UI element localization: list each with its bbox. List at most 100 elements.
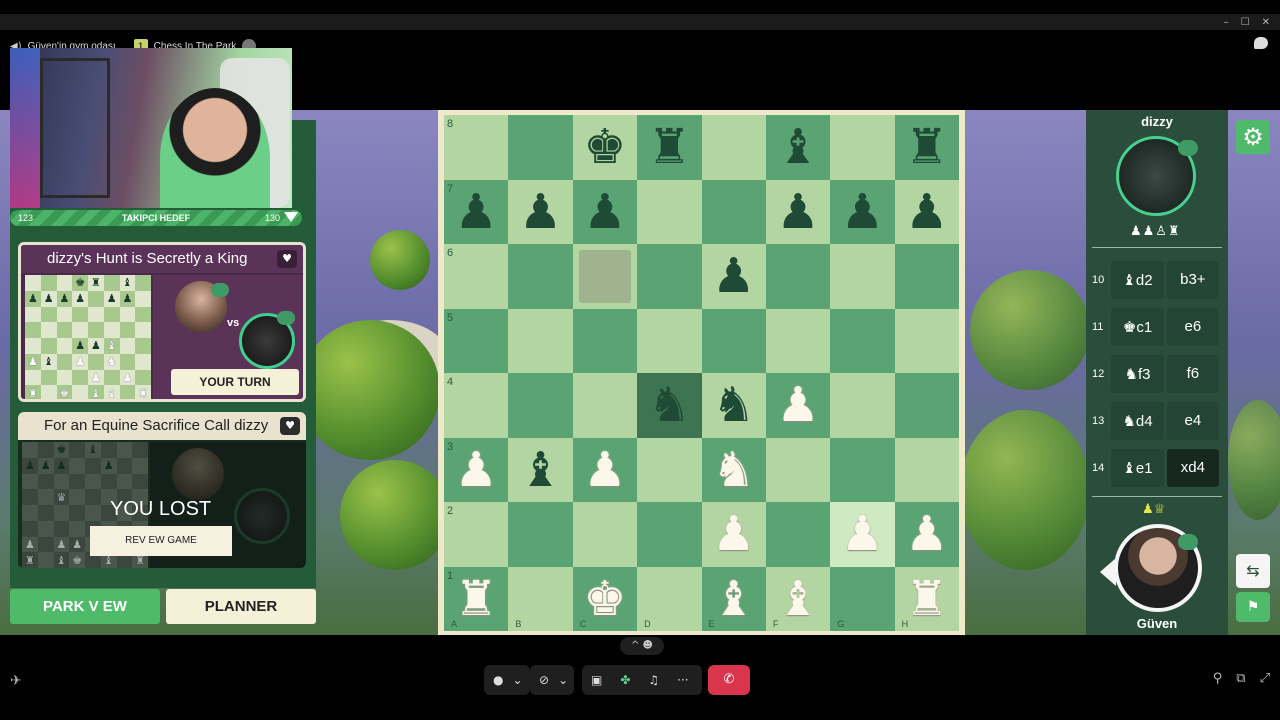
soundboard-icon[interactable]: ♫ bbox=[639, 673, 668, 687]
black-pawn-icon[interactable]: ♟ bbox=[455, 188, 498, 236]
square-a7[interactable]: 7 ♟ bbox=[444, 179, 509, 244]
chevron-down-icon[interactable] bbox=[284, 212, 298, 222]
square-b7[interactable]: ♟ bbox=[508, 179, 573, 244]
square-g3[interactable] bbox=[830, 437, 895, 502]
square-c8[interactable]: ♚ bbox=[572, 115, 638, 180]
game-card-finished[interactable]: For an Equine Sacrifice Call dizzy ♥ ♚ ♝ ♟… bbox=[18, 412, 306, 568]
popout-icon[interactable]: ⧉ bbox=[1236, 671, 1245, 686]
black-move[interactable]: b3+ bbox=[1166, 260, 1219, 299]
square-b8[interactable] bbox=[508, 115, 573, 180]
square-a5[interactable]: 5 bbox=[444, 308, 509, 373]
square-e3[interactable]: ♞ bbox=[701, 437, 766, 502]
white-pawn-icon[interactable]: ♟ bbox=[712, 510, 755, 558]
square-f4[interactable]: ♟ bbox=[765, 373, 831, 438]
square-g6[interactable] bbox=[830, 244, 895, 309]
square-h4[interactable] bbox=[894, 373, 959, 438]
square-d5[interactable] bbox=[637, 308, 702, 373]
square-a8[interactable]: 8 bbox=[444, 115, 509, 180]
camera-toggle[interactable]: ⊘ ⌄ bbox=[530, 665, 574, 695]
square-h1[interactable]: H ♜ bbox=[894, 566, 959, 631]
pin-icon[interactable]: ⚲ bbox=[1213, 671, 1223, 686]
share-icon[interactable]: ⇆ bbox=[1236, 554, 1270, 588]
more-icon[interactable]: ··· bbox=[668, 673, 697, 687]
black-move[interactable]: e4 bbox=[1166, 401, 1219, 440]
square-b5[interactable] bbox=[508, 308, 573, 373]
black-pawn-icon[interactable]: ♟ bbox=[519, 188, 562, 236]
square-g2[interactable]: ♟ bbox=[830, 502, 895, 567]
square-d7[interactable] bbox=[637, 179, 702, 244]
square-d8[interactable]: ♜ bbox=[637, 115, 702, 180]
screen-share-icon[interactable]: ▣ bbox=[582, 673, 611, 687]
square-d3[interactable] bbox=[637, 437, 702, 502]
square-h2[interactable]: ♟ bbox=[894, 502, 959, 567]
square-d1[interactable]: D bbox=[637, 566, 702, 631]
square-c1[interactable]: C ♚ bbox=[572, 566, 638, 631]
square-c4[interactable] bbox=[572, 373, 638, 438]
square-c2[interactable] bbox=[572, 502, 638, 567]
game-card-active[interactable]: dizzy's Hunt is Secretly a King ♥ ♚ ♜ ♝ ♟ ♟ ♟… bbox=[18, 242, 306, 402]
white-pawn-icon[interactable]: ♟ bbox=[777, 381, 820, 429]
square-a3[interactable]: 3 ♟ bbox=[444, 437, 509, 502]
white-move[interactable]: ♝d2 bbox=[1111, 260, 1164, 299]
square-a1[interactable]: 1 A ♜ bbox=[444, 566, 509, 631]
camera-off-icon[interactable]: ⊘ bbox=[530, 673, 558, 687]
square-g4[interactable] bbox=[830, 373, 895, 438]
black-bishop-icon[interactable]: ♝ bbox=[777, 123, 820, 171]
black-move[interactable]: f6 bbox=[1166, 354, 1219, 393]
white-move[interactable]: ♞f3 bbox=[1111, 354, 1164, 393]
square-d4[interactable]: ♞ bbox=[637, 373, 702, 438]
black-king-icon[interactable]: ♚ bbox=[583, 123, 626, 171]
chevron-down-icon[interactable]: ⌄ bbox=[512, 673, 522, 687]
planner-button[interactable]: PLANNER bbox=[166, 589, 316, 624]
leave-call-button[interactable]: ✆ bbox=[708, 665, 750, 695]
expand-participants-button[interactable]: ^ ☻ bbox=[620, 637, 664, 655]
square-e1[interactable]: E ♝ bbox=[701, 566, 766, 631]
black-rook-icon[interactable]: ♜ bbox=[648, 123, 691, 171]
park-view-button[interactable]: PARK V EW bbox=[10, 589, 160, 624]
gear-icon[interactable]: ⚙ bbox=[1236, 120, 1270, 154]
square-b3[interactable]: ♝ bbox=[508, 437, 573, 502]
white-pawn-icon[interactable]: ♟ bbox=[905, 510, 948, 558]
white-knight-icon[interactable]: ♞ bbox=[712, 446, 755, 494]
chevron-down-icon[interactable]: ⌄ bbox=[558, 673, 568, 687]
black-pawn-icon[interactable]: ♟ bbox=[583, 188, 626, 236]
white-bishop-icon[interactable]: ♝ bbox=[777, 575, 820, 623]
square-g1[interactable]: G bbox=[830, 566, 895, 631]
black-bishop-icon[interactable]: ♝ bbox=[519, 446, 562, 494]
square-f6[interactable] bbox=[765, 244, 831, 309]
square-c6[interactable] bbox=[572, 244, 638, 309]
white-move[interactable]: ♞d4 bbox=[1111, 401, 1164, 440]
fullscreen-icon[interactable]: ⤢ bbox=[1260, 671, 1270, 686]
square-c7[interactable]: ♟ bbox=[572, 179, 638, 244]
maximize-icon[interactable]: ☐ bbox=[1241, 17, 1250, 28]
white-rook-icon[interactable]: ♜ bbox=[455, 575, 498, 623]
black-rook-icon[interactable]: ♜ bbox=[905, 123, 948, 171]
square-a4[interactable]: 4 bbox=[444, 373, 509, 438]
heart-icon[interactable]: ♥ bbox=[280, 417, 300, 435]
black-pawn-icon[interactable]: ♟ bbox=[712, 252, 755, 300]
activities-icon[interactable]: ✤ bbox=[611, 673, 639, 687]
heart-icon[interactable]: ♥ bbox=[277, 250, 297, 268]
square-f2[interactable] bbox=[765, 502, 831, 567]
square-e8[interactable] bbox=[701, 115, 766, 180]
square-g5[interactable] bbox=[830, 308, 895, 373]
square-b4[interactable] bbox=[508, 373, 573, 438]
minimize-icon[interactable]: – bbox=[1224, 17, 1229, 28]
rocket-icon[interactable]: ✈ bbox=[10, 673, 22, 689]
square-h5[interactable] bbox=[894, 308, 959, 373]
square-h3[interactable] bbox=[894, 437, 959, 502]
square-d2[interactable] bbox=[637, 502, 702, 567]
square-f5[interactable] bbox=[765, 308, 831, 373]
mic-icon[interactable]: ● bbox=[484, 673, 512, 687]
black-pawn-icon[interactable]: ♟ bbox=[777, 188, 820, 236]
square-d6[interactable] bbox=[637, 244, 702, 309]
flag-icon[interactable]: ⚑ bbox=[1236, 592, 1270, 622]
black-knight-icon[interactable]: ♞ bbox=[712, 381, 755, 429]
black-move[interactable]: e6 bbox=[1166, 307, 1219, 346]
square-h6[interactable] bbox=[894, 244, 959, 309]
black-pawn-icon[interactable]: ♟ bbox=[841, 188, 884, 236]
chess-board[interactable]: 8 ♚ ♜ ♝ ♜ 7 ♟ ♟ ♟ ♟ ♟ ♟ 6 ♟ 5 4 ♞ ♞ ♟ 3 ♟ ♝ ♟ ♞ 2 ♟ ♟ ♟ 1 A ♜ B C ♚ D E ♝ F ♝ G… bbox=[444, 115, 959, 631]
square-e7[interactable] bbox=[701, 179, 766, 244]
square-f3[interactable] bbox=[765, 437, 831, 502]
square-e4[interactable]: ♞ bbox=[701, 373, 766, 438]
